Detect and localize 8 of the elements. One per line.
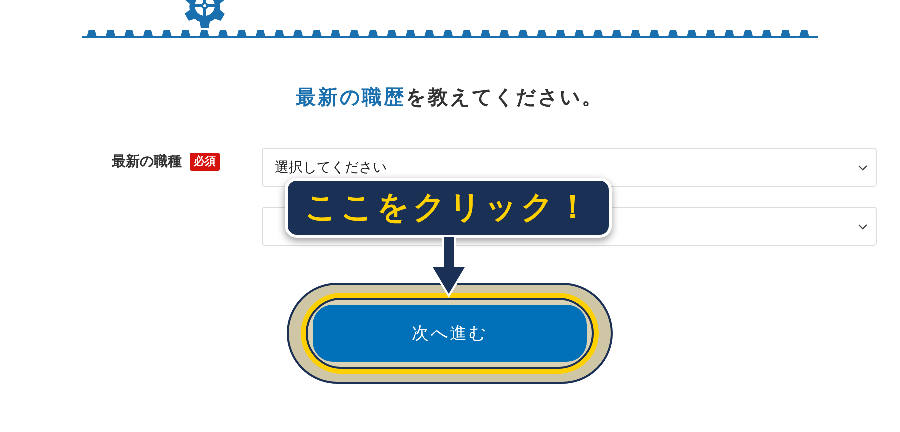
gear-icon (185, 0, 225, 28)
field-label: 最新の職種 (112, 153, 182, 171)
callout-bubble: ここをクリック！ (285, 178, 612, 238)
chevron-down-icon (858, 224, 868, 230)
next-button[interactable]: 次へ進む (313, 305, 587, 362)
required-badge: 必須 (190, 153, 220, 171)
chevron-down-icon (858, 164, 868, 170)
page-heading: 最新の職歴を教えてください。 (296, 85, 604, 109)
